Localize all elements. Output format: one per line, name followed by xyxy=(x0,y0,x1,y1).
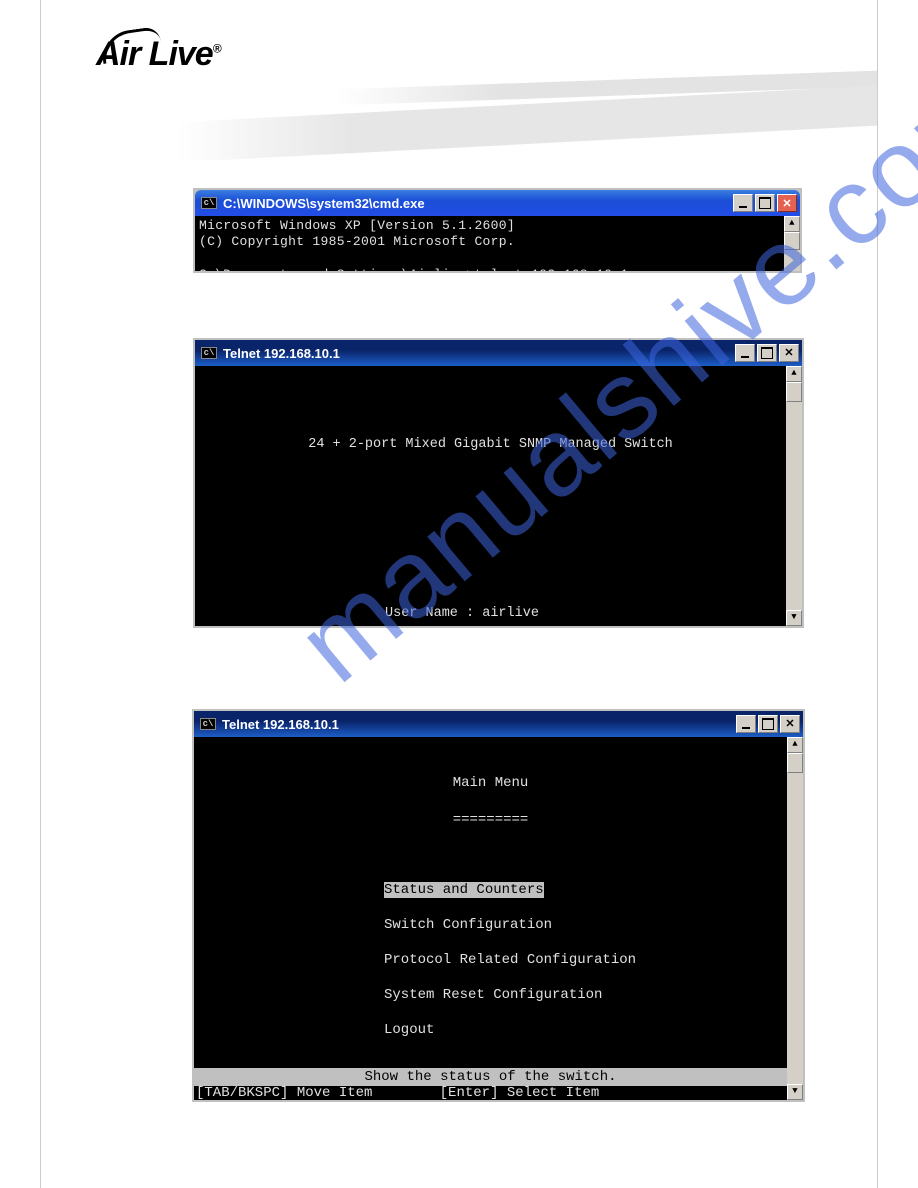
document-page: Air Live® manualshive.com c\ C:\WINDOWS\… xyxy=(40,0,878,1188)
telnet-menu-console[interactable]: Main Menu========= Status and Counters S… xyxy=(194,737,803,1100)
maximize-button[interactable] xyxy=(758,715,778,733)
status-line: Show the status of the switch. xyxy=(194,1068,787,1086)
scroll-thumb[interactable] xyxy=(787,753,803,773)
login-form: User Name : airlive Password : *********… xyxy=(195,538,802,626)
scroll-thumb[interactable] xyxy=(786,382,802,402)
window-controls xyxy=(733,194,797,212)
cmd-line-1: Microsoft Windows XP [Version 5.1.2600] xyxy=(199,218,515,233)
telnet-login-window: c\ Telnet 192.168.10.1 24 + 2-port Mixed… xyxy=(193,338,804,628)
scroll-down-button[interactable]: ▼ xyxy=(787,1084,803,1100)
cmd-scrollbar[interactable]: ▲ xyxy=(784,216,800,271)
main-menu-underline: ========= xyxy=(194,792,803,830)
maximize-button[interactable] xyxy=(757,344,777,362)
telnet-login-console[interactable]: 24 + 2-port Mixed Gigabit SNMP Managed S… xyxy=(195,366,802,626)
scroll-track[interactable] xyxy=(784,232,800,271)
telnet-icon: c\ xyxy=(200,718,216,730)
telnet-menu-titlebar[interactable]: c\ Telnet 192.168.10.1 xyxy=(194,711,803,737)
key-hints: [TAB/BKSPC] Move Item [Enter] Select Ite… xyxy=(194,1085,787,1101)
window-controls xyxy=(736,715,800,733)
scroll-thumb[interactable] xyxy=(784,232,800,250)
cmd-line-2: (C) Copyright 1985-2001 Microsoft Corp. xyxy=(199,234,515,249)
cmd-icon: c\ xyxy=(201,197,217,209)
minimize-button[interactable] xyxy=(735,344,755,362)
cmd-titlebar[interactable]: c\ C:\WINDOWS\system32\cmd.exe xyxy=(195,190,800,216)
scroll-up-button[interactable]: ▲ xyxy=(787,737,803,753)
window-controls xyxy=(735,344,799,362)
cmd-window-title: C:\WINDOWS\system32\cmd.exe xyxy=(223,196,733,211)
page-header: Air Live® xyxy=(41,0,877,160)
telnet-login-window-title: Telnet 192.168.10.1 xyxy=(223,346,735,361)
close-button[interactable] xyxy=(779,344,799,362)
username-label: User Name : xyxy=(385,606,482,621)
scroll-track[interactable] xyxy=(787,753,803,1084)
close-button[interactable] xyxy=(777,194,797,212)
telnet-login-scrollbar[interactable]: ▲ ▼ xyxy=(786,366,802,626)
hint-select: [Enter] Select Item xyxy=(440,1085,600,1101)
telnet-menu-scrollbar[interactable]: ▲ ▼ xyxy=(787,737,803,1100)
cmd-console[interactable]: Microsoft Windows XP [Version 5.1.2600] … xyxy=(195,216,800,271)
telnet-icon: c\ xyxy=(201,347,217,359)
main-menu-list: Status and Counters Switch Configuration… xyxy=(194,847,803,1057)
switch-banner: 24 + 2-port Mixed Gigabit SNMP Managed S… xyxy=(195,383,802,454)
scroll-up-button[interactable]: ▲ xyxy=(786,366,802,382)
telnet-login-titlebar[interactable]: c\ Telnet 192.168.10.1 xyxy=(195,340,802,366)
close-button[interactable] xyxy=(780,715,800,733)
scroll-track[interactable] xyxy=(786,382,802,610)
logo-text: Air Live xyxy=(96,35,213,73)
maximize-button[interactable] xyxy=(755,194,775,212)
brand-logo: Air Live® xyxy=(96,35,221,74)
registered-mark: ® xyxy=(213,42,221,56)
main-menu-heading: Main Menu xyxy=(194,755,803,793)
hint-move: [TAB/BKSPC] Move Item xyxy=(196,1085,372,1101)
menu-item[interactable]: System Reset Configuration xyxy=(384,987,602,1003)
minimize-button[interactable] xyxy=(733,194,753,212)
telnet-menu-window: c\ Telnet 192.168.10.1 Main Menu========… xyxy=(192,709,805,1102)
cmd-prompt-line: C:\Documents and Settings\Airlive>telnet… xyxy=(199,267,636,271)
menu-item[interactable]: Protocol Related Configuration xyxy=(384,952,636,968)
scroll-up-button[interactable]: ▲ xyxy=(784,216,800,232)
menu-item[interactable]: Switch Configuration xyxy=(384,917,552,933)
menu-item[interactable]: Status and Counters xyxy=(384,882,544,898)
cmd-window: c\ C:\WINDOWS\system32\cmd.exe Microsoft… xyxy=(193,188,802,273)
scroll-down-button[interactable]: ▼ xyxy=(786,610,802,626)
minimize-button[interactable] xyxy=(736,715,756,733)
menu-item[interactable]: Logout xyxy=(384,1022,434,1038)
username-value: airlive xyxy=(482,606,539,621)
telnet-menu-window-title: Telnet 192.168.10.1 xyxy=(222,717,736,732)
